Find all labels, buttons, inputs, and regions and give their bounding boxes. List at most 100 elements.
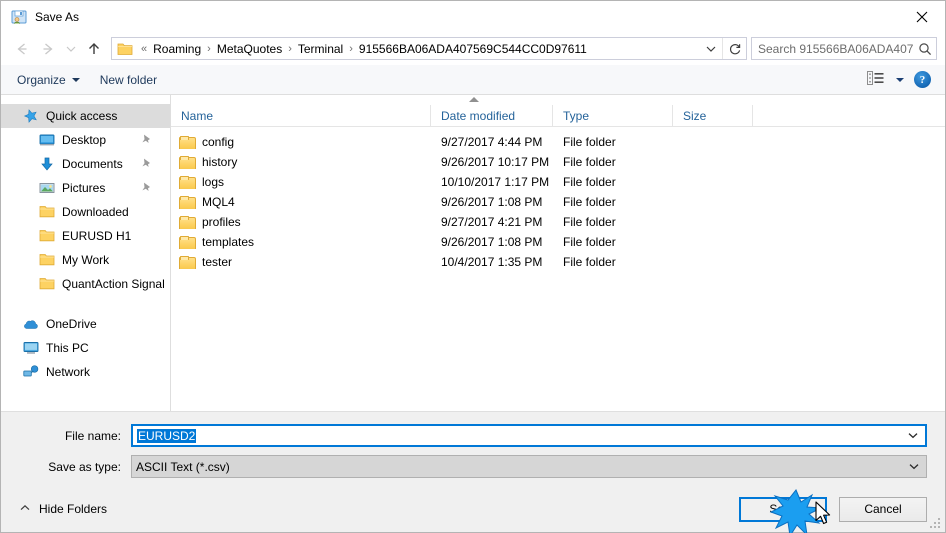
up-button[interactable] <box>81 37 107 61</box>
table-row[interactable]: history 9/26/2017 10:17 PM File folder <box>171 152 945 172</box>
cell-date: 9/26/2017 1:08 PM <box>441 195 543 209</box>
address-bar[interactable]: « Roaming › MetaQuotes › Terminal › 9155… <box>111 37 747 60</box>
cell-type: File folder <box>563 175 616 189</box>
sidebar-item-my-work[interactable]: My Work <box>1 248 170 272</box>
organize-label: Organize <box>17 72 66 87</box>
pin-icon[interactable] <box>141 157 152 171</box>
dialog-body: Quick access Desktop Documents Pictures … <box>1 95 945 411</box>
resize-grip[interactable] <box>930 518 942 530</box>
folder-icon <box>179 135 196 149</box>
view-options-button[interactable] <box>863 68 908 92</box>
cell-name: config <box>171 135 431 149</box>
sidebar-item-network[interactable]: Network <box>1 360 170 384</box>
table-row[interactable]: logs 10/10/2017 1:17 PM File folder <box>171 172 945 192</box>
cancel-label: Cancel <box>864 502 902 516</box>
navigation-sidebar[interactable]: Quick access Desktop Documents Pictures … <box>1 95 171 411</box>
up-arrow-icon <box>89 42 99 54</box>
back-arrow-icon <box>17 43 27 54</box>
breadcrumb-separator-1[interactable]: › <box>284 43 296 55</box>
file-name: MQL4 <box>202 195 235 209</box>
breadcrumb-separator-2[interactable]: › <box>345 43 357 55</box>
breadcrumb-separator-0[interactable]: › <box>203 43 215 55</box>
cell-type: File folder <box>563 195 616 209</box>
sidebar-item-desktop[interactable]: Desktop <box>1 128 170 152</box>
sidebar-item-quantaction-signal[interactable]: QuantAction Signal <box>1 272 170 296</box>
filename-label: File name: <box>64 428 121 443</box>
star-icon <box>23 108 39 124</box>
table-row[interactable]: profiles 9/27/2017 4:21 PM File folder <box>171 212 945 232</box>
save-as-dialog: Save As « Roaming › MetaQuotes › Termina… <box>0 0 946 533</box>
search-box[interactable]: Search 915566BA06ADA40756... <box>751 37 937 60</box>
sidebar-item-label: Network <box>46 365 91 379</box>
cell-date: 9/27/2017 4:21 PM <box>441 215 543 229</box>
chevron-down-icon <box>908 433 918 439</box>
filename-combobox[interactable]: EURUSD2 <box>131 424 927 447</box>
cell-name: MQL4 <box>171 195 431 209</box>
search-input[interactable]: Search 915566BA06ADA40756... <box>758 42 914 56</box>
network-icon <box>23 364 39 380</box>
sidebar-item-label: EURUSD H1 <box>62 229 132 243</box>
sidebar-item-eurusd-h1[interactable]: EURUSD H1 <box>1 224 170 248</box>
sidebar-item-label: Quick access <box>46 109 118 123</box>
sidebar-item-pictures[interactable]: Pictures <box>1 176 170 200</box>
table-row[interactable]: config 9/27/2017 4:44 PM File folder <box>171 132 945 152</box>
column-header-name[interactable]: Name <box>171 104 431 127</box>
save-button[interactable]: Save <box>739 496 827 522</box>
breadcrumb-item-0[interactable]: Roaming <box>151 42 203 56</box>
cell-name: templates <box>171 235 431 249</box>
filetype-label: Save as type: <box>48 459 121 474</box>
organize-button[interactable]: Organize <box>7 68 90 92</box>
file-name: templates <box>202 235 255 249</box>
cell-date: 9/27/2017 4:44 PM <box>441 135 543 149</box>
folder-icon <box>179 255 196 269</box>
chevron-down-icon <box>896 77 904 82</box>
sidebar-item-label: Documents <box>62 157 123 171</box>
folder-icon <box>179 195 196 209</box>
table-row[interactable]: tester 10/4/2017 1:35 PM File folder <box>171 252 945 272</box>
sidebar-item-quick-access[interactable]: Quick access <box>1 104 170 128</box>
breadcrumb-overflow[interactable]: « <box>137 43 151 55</box>
filetype-dropdown-button[interactable] <box>902 462 926 471</box>
sidebar-item-this-pc[interactable]: This PC <box>1 336 170 360</box>
address-dropdown-button[interactable] <box>700 44 722 54</box>
filetype-value: ASCII Text (*.csv) <box>136 459 230 474</box>
window-title: Save As <box>35 9 80 24</box>
table-row[interactable]: MQL4 9/26/2017 1:08 PM File folder <box>171 192 945 212</box>
help-button[interactable]: ? <box>914 71 931 88</box>
pin-icon[interactable] <box>141 133 152 147</box>
sidebar-item-label: This PC <box>46 341 89 355</box>
sidebar-item-onedrive[interactable]: OneDrive <box>1 312 170 336</box>
back-button[interactable] <box>9 37 35 61</box>
column-header-size[interactable]: Size <box>673 104 753 127</box>
close-button[interactable] <box>899 1 945 32</box>
forward-button[interactable] <box>35 37 61 61</box>
pin-icon[interactable] <box>141 181 152 195</box>
breadcrumb-item-3[interactable]: 915566BA06ADA407569C544CC0D97611 <box>357 42 589 56</box>
cell-name: tester <box>171 255 431 269</box>
breadcrumb-item-2[interactable]: Terminal <box>296 42 345 56</box>
cell-name: logs <box>171 175 431 189</box>
column-header-type[interactable]: Type <box>553 104 673 127</box>
filename-input[interactable]: EURUSD2 <box>133 428 901 443</box>
cell-date: 10/4/2017 1:35 PM <box>441 255 543 269</box>
filetype-combobox[interactable]: ASCII Text (*.csv) <box>131 455 927 478</box>
new-folder-button[interactable]: New folder <box>90 68 167 92</box>
cell-type: File folder <box>563 155 616 169</box>
folder-icon <box>179 175 196 189</box>
breadcrumb-item-1[interactable]: MetaQuotes <box>215 42 284 56</box>
refresh-icon <box>729 43 740 54</box>
refresh-button[interactable] <box>722 38 746 59</box>
recent-locations-button[interactable] <box>61 37 81 61</box>
table-row[interactable]: templates 9/26/2017 1:08 PM File folder <box>171 232 945 252</box>
column-header-date-modified[interactable]: Date modified <box>431 104 553 127</box>
cell-date: 10/10/2017 1:17 PM <box>441 175 550 189</box>
filename-dropdown-button[interactable] <box>901 431 925 440</box>
sidebar-item-documents[interactable]: Documents <box>1 152 170 176</box>
hide-folders-button[interactable]: Hide Folders <box>19 502 107 516</box>
sidebar-item-downloaded[interactable]: Downloaded <box>1 200 170 224</box>
toolbar-right-group: ? <box>863 68 939 92</box>
cancel-button[interactable]: Cancel <box>839 496 927 522</box>
chevron-down-icon <box>66 46 76 52</box>
chevron-down-icon <box>706 46 716 52</box>
folder-icon <box>179 155 196 169</box>
